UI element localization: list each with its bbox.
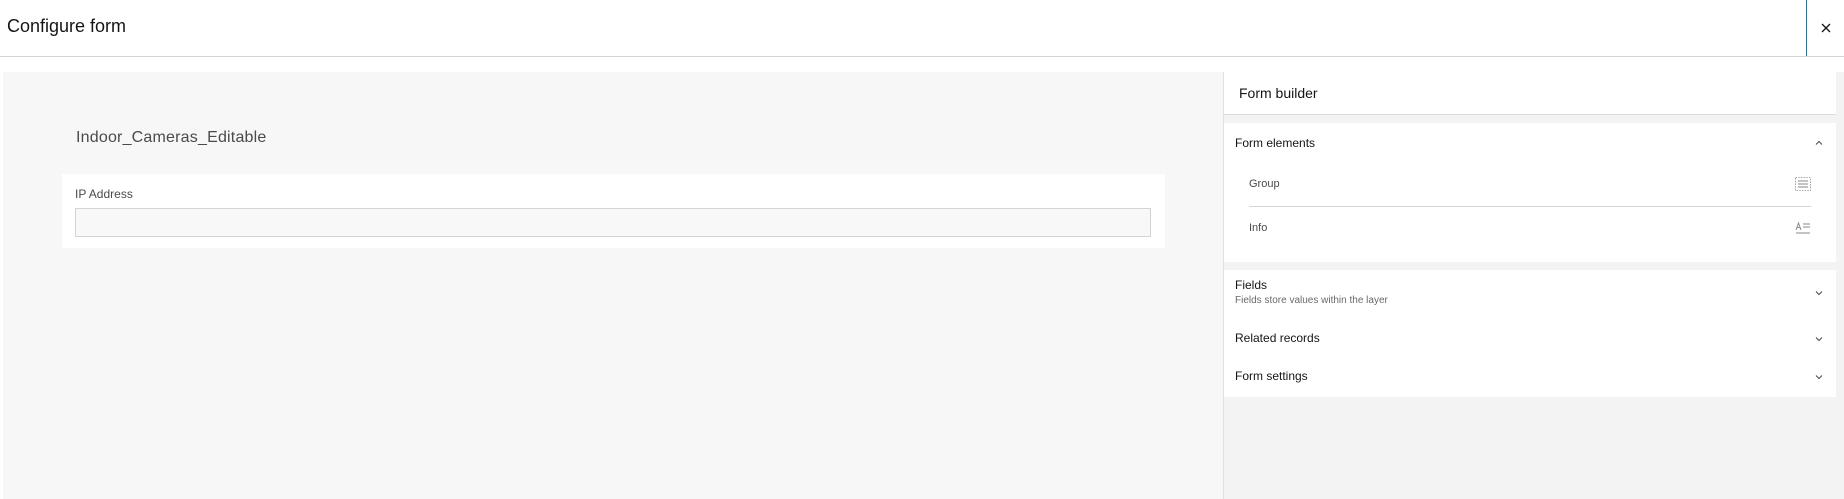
form-builder-panel: Form builder Form elements Group Info Fi… xyxy=(1223,72,1844,499)
accordion-title: Fields xyxy=(1235,278,1268,292)
group-icon xyxy=(1795,177,1811,191)
chevron-down-icon xyxy=(1814,334,1824,344)
accordion-title: Related records xyxy=(1235,331,1320,345)
panel-header: Form builder xyxy=(1224,72,1836,115)
form-element-info[interactable]: Info xyxy=(1249,207,1811,251)
dialog-header: Configure form xyxy=(0,0,1844,57)
close-button[interactable] xyxy=(1806,0,1844,56)
related-records-accordion-header[interactable]: Related records xyxy=(1224,320,1836,358)
chevron-up-icon xyxy=(1814,138,1824,148)
field-label: IP Address xyxy=(75,187,133,201)
form-elements-section: Form elements Group Info xyxy=(1224,123,1836,262)
form-element-label: Info xyxy=(1249,222,1268,234)
form-title: Indoor_Cameras_Editable xyxy=(76,129,267,146)
accordion-subtitle: Fields store values within the layer xyxy=(1235,295,1388,306)
accordion-title: Form elements xyxy=(1235,136,1316,150)
form-preview-canvas: Indoor_Cameras_Editable IP Address xyxy=(3,72,1223,499)
form-settings-accordion-header[interactable]: Form settings xyxy=(1224,358,1836,396)
form-element-group[interactable]: Group xyxy=(1249,163,1811,207)
panel-title: Form builder xyxy=(1239,85,1318,101)
form-elements-accordion-header[interactable]: Form elements xyxy=(1224,123,1836,163)
chevron-down-icon xyxy=(1814,288,1824,298)
dialog-title: Configure form xyxy=(7,16,127,36)
field-card-ip-address[interactable]: IP Address xyxy=(62,174,1165,248)
text-info-icon xyxy=(1795,221,1811,235)
chevron-down-icon xyxy=(1814,372,1824,382)
fields-accordion-header[interactable]: Fields Fields store values within the la… xyxy=(1224,270,1836,320)
collapsed-sections: Fields Fields store values within the la… xyxy=(1224,270,1836,397)
close-icon xyxy=(1821,23,1830,33)
accordion-title: Form settings xyxy=(1235,369,1308,383)
ip-address-input[interactable] xyxy=(75,208,1151,237)
form-element-label: Group xyxy=(1249,178,1280,190)
